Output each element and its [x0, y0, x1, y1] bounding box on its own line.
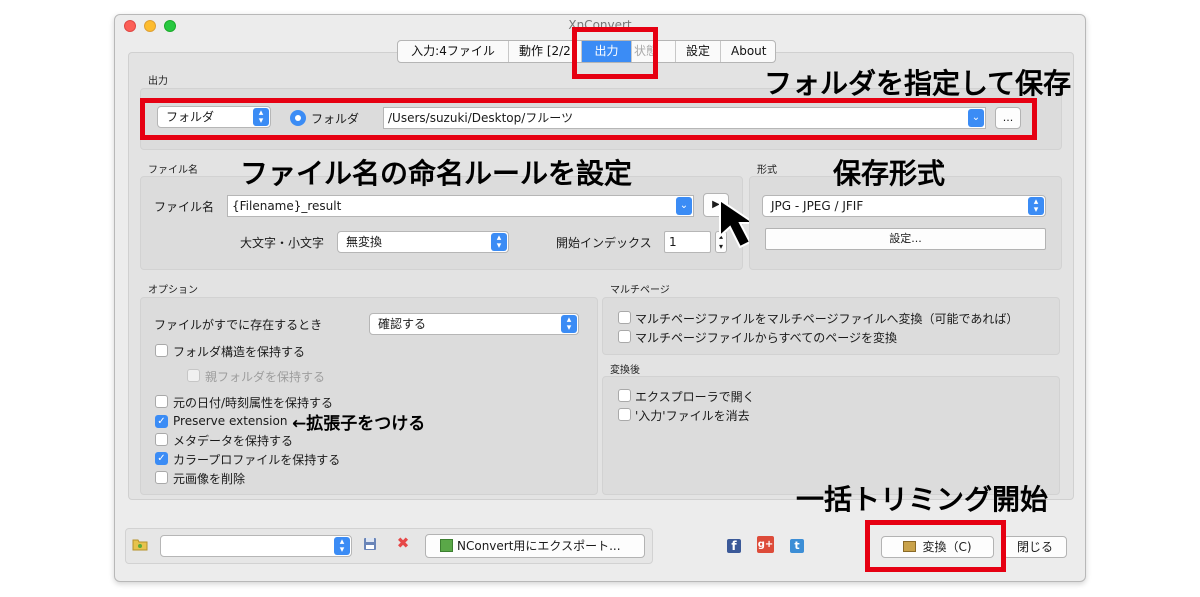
delete-original-label: 元画像を削除: [173, 472, 246, 486]
chevron-updown-icon: ▴ ▾: [1028, 197, 1044, 215]
format-select[interactable]: JPG - JPEG / JFIF ▴ ▾: [762, 195, 1046, 217]
delete-icon[interactable]: ✖: [396, 535, 410, 551]
keep-metadata-checkbox[interactable]: [155, 433, 168, 446]
format-value: JPG - JPEG / JFIF: [771, 199, 864, 213]
keep-color-profile-checkbox[interactable]: ✓: [155, 452, 168, 465]
delete-original-checkbox[interactable]: [155, 471, 168, 484]
exists-label: ファイルがすでに存在するとき: [154, 318, 323, 332]
format-settings-button[interactable]: 設定...: [765, 228, 1046, 250]
filename-pattern-value: {Filename}_result: [232, 199, 342, 213]
keep-date-checkbox[interactable]: [155, 395, 168, 408]
chevron-updown-icon: ▴ ▾: [334, 537, 350, 555]
annotation-extension: ←拡張子をつける: [292, 414, 426, 434]
tab-settings[interactable]: 設定: [676, 41, 721, 62]
keep-color-profile-label: カラープロファイルを保持する: [173, 453, 341, 467]
preserve-extension-label: Preserve extension: [173, 414, 288, 428]
case-select[interactable]: 無変換 ▴ ▾: [337, 231, 509, 253]
keep-parent-folder-checkbox: [187, 369, 200, 382]
filename-section-label: ファイル名: [148, 165, 198, 176]
annotation-naming: ファイル名の命名ルールを設定: [240, 157, 633, 190]
exists-select[interactable]: 確認する ▴ ▾: [369, 313, 579, 335]
open-explorer-label: エクスプローラで開く: [635, 390, 755, 404]
keep-parent-folder-label: 親フォルダを保持する: [205, 370, 326, 384]
facebook-icon[interactable]: f: [727, 539, 741, 553]
open-folder-icon[interactable]: [132, 537, 148, 551]
export-label: NConvert用にエクスポート...: [457, 539, 621, 553]
preset-select[interactable]: ▴ ▾: [160, 535, 352, 557]
keep-folder-structure-checkbox[interactable]: [155, 344, 168, 357]
case-label: 大文字・小文字: [240, 236, 325, 250]
chevron-updown-icon: ▴ ▾: [491, 233, 507, 251]
highlight-output-folder: [140, 98, 1037, 140]
delete-input-checkbox[interactable]: [618, 408, 631, 421]
save-icon[interactable]: [363, 537, 377, 551]
export-nconvert-button[interactable]: NConvert用にエクスポート...: [425, 534, 645, 558]
start-index-value: 1: [669, 235, 677, 249]
tab-input[interactable]: 入力:4ファイル: [398, 41, 509, 62]
annotation-format: 保存形式: [833, 157, 946, 190]
minimize-window-button[interactable]: [144, 20, 156, 32]
highlight-output-tab: [572, 27, 658, 79]
multipage-all-pages-label: マルチページファイルからすべてのページを変換: [635, 331, 897, 345]
format-section-label: 形式: [757, 165, 777, 176]
twitter-icon[interactable]: t: [790, 539, 804, 553]
zoom-window-button[interactable]: [164, 20, 176, 32]
open-explorer-checkbox[interactable]: [618, 389, 631, 402]
close-button[interactable]: 閉じる: [1003, 536, 1067, 558]
chevron-updown-icon: ▴ ▾: [561, 315, 577, 333]
delete-input-label: '入力'ファイルを消去: [635, 409, 750, 423]
annotation-folder: フォルダを指定して保存: [764, 67, 1072, 100]
preserve-extension-checkbox[interactable]: ✓: [155, 415, 168, 428]
export-icon: [440, 539, 453, 552]
start-index-input[interactable]: 1: [664, 231, 711, 253]
keep-metadata-label: メタデータを保持する: [173, 434, 294, 448]
keep-folder-structure-label: フォルダ構造を保持する: [173, 345, 306, 359]
google-plus-icon[interactable]: g+: [757, 536, 774, 553]
case-value: 無変換: [346, 235, 383, 249]
highlight-convert-button: [865, 520, 1006, 572]
multipage-all-pages-checkbox[interactable]: [618, 330, 631, 343]
exists-value: 確認する: [378, 317, 427, 331]
close-window-button[interactable]: [124, 20, 136, 32]
multipage-section-label: マルチページ: [610, 285, 670, 296]
start-index-label: 開始インデックス: [556, 236, 652, 250]
annotation-batch: 一括トリミング開始: [796, 483, 1049, 516]
chevron-down-icon: ⌄: [676, 197, 692, 215]
after-section-label: 変換後: [610, 365, 640, 376]
filename-field-label: ファイル名: [154, 200, 215, 214]
options-section-label: オプション: [148, 285, 198, 296]
multipage-convert-checkbox[interactable]: [618, 311, 631, 324]
multipage-convert-label: マルチページファイルをマルチページファイルへ変換（可能であれば）: [635, 312, 1019, 326]
filename-pattern-field[interactable]: {Filename}_result ⌄: [227, 195, 694, 217]
tab-about[interactable]: About: [721, 41, 775, 62]
output-section-label: 出力: [148, 76, 168, 87]
